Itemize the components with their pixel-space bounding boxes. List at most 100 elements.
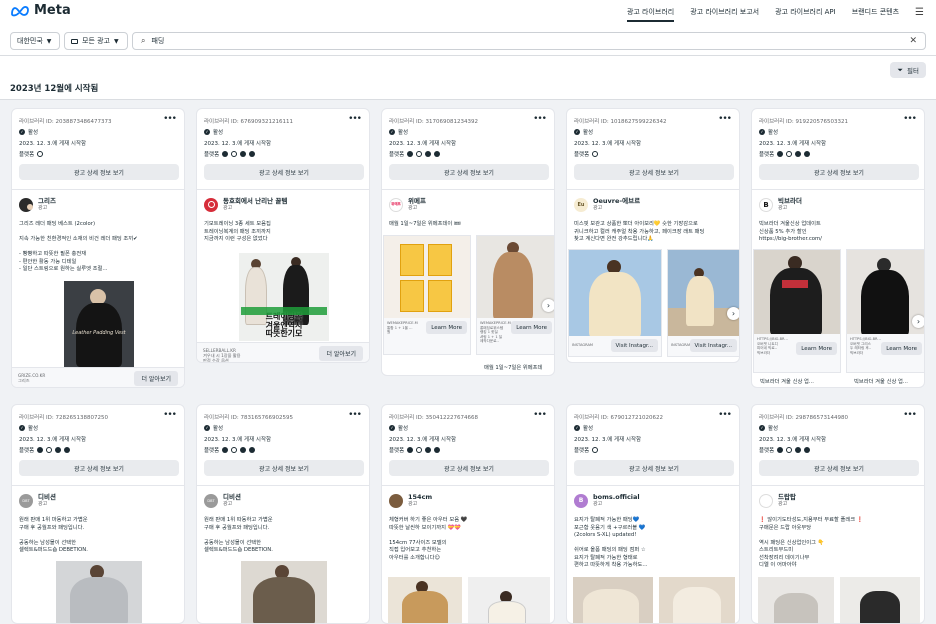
carousel-slide[interactable]: WEMAKEPRICE.M 롱패딩로위스템 랭킹 1 핫딜 셔링 1 + 1 딜…	[476, 235, 554, 355]
view-ad-details-button[interactable]: 광고 상세 정보 보기	[204, 164, 364, 180]
carousel-slide[interactable]: INSTAGRAM Visit Instagr...	[667, 249, 739, 357]
slide-footer: HTTPS://BIG-BR... 오버핏 니트디 피어네 빅로.. 빅브라더 …	[754, 334, 840, 372]
nav-ad-library[interactable]: 광고 라이브러리	[626, 0, 675, 24]
advertiser[interactable]: 그리즈 광고	[19, 197, 56, 212]
platforms-row: 플랫폼	[759, 150, 811, 158]
sponsored-label: 광고	[408, 205, 418, 211]
platforms-row: 플랫폼	[19, 446, 71, 454]
carousel-slide[interactable]: INSTAGRAM Visit Instagr...	[568, 249, 662, 357]
advertiser[interactable]: B boms.official 광고	[574, 493, 640, 508]
avatar	[759, 493, 773, 508]
check-circle-icon: ✓	[204, 425, 210, 431]
ad-image[interactable]	[56, 561, 142, 623]
more-options-icon[interactable]: •••	[533, 410, 547, 420]
learn-more-button[interactable]: Learn More	[511, 321, 552, 334]
carousel-next-icon[interactable]: ›	[912, 315, 924, 328]
platforms-row: 플랫폼	[574, 150, 599, 158]
ad-body-text: 기모트레이닝 3종 세트 모음집 트레이닝복계의 패딩 조끼까지 지금까지 이런…	[204, 221, 271, 242]
status-text: 활성	[583, 130, 594, 136]
learn-more-button[interactable]: Learn More	[796, 342, 837, 355]
filter-button[interactable]: ⏷ 필터	[890, 62, 926, 78]
learn-more-button[interactable]: Learn More	[426, 321, 467, 334]
view-ad-details-button[interactable]: 광고 상세 정보 보기	[574, 460, 734, 476]
start-date: 2023. 12. 3.에 게재 시작함	[574, 141, 642, 147]
view-ad-details-button[interactable]: 광고 상세 정보 보기	[19, 460, 179, 476]
ad-body-text: 원래 판매 1위 마동하고 가볍운 구매 후 공월프와 패딩입니다. 공동하는 …	[19, 517, 88, 553]
ad-image[interactable]: Leather Padding Vest	[64, 281, 134, 367]
ad-image[interactable]: 트레이닝복 겨울엔역시 따뜻한기모	[239, 253, 329, 341]
advertiser[interactable]: 위메프 위메프 광고	[389, 197, 426, 212]
visit-instagram-button[interactable]: Visit Instagr...	[689, 339, 737, 352]
view-ad-details-button[interactable]: 광고 상세 정보 보기	[204, 460, 364, 476]
more-options-icon[interactable]: •••	[163, 114, 177, 124]
more-options-icon[interactable]: •••	[348, 410, 362, 420]
ad-image[interactable]	[241, 561, 327, 623]
view-ad-details-button[interactable]: 광고 상세 정보 보기	[19, 164, 179, 180]
country-value: 대한민국	[17, 37, 43, 45]
ad-image[interactable]	[659, 577, 735, 623]
carousel-slide[interactable]: WEMAKEPRICE.M 통합 1 + 1을 ... 원 Learn More	[383, 235, 471, 355]
carousel-slide[interactable]: HTTPS://BIG-BR... 오버핏 그리스 두 레터링 후.. 빅브라더…	[846, 249, 924, 373]
nav-ad-library-report[interactable]: 광고 라이브러리 보고서	[690, 0, 759, 24]
advertiser[interactable]: 드랍탑 광고	[759, 493, 796, 508]
facebook-icon	[407, 151, 414, 157]
image-caption-text: Leather Padding Vest	[72, 330, 126, 336]
check-circle-icon: ✓	[574, 129, 580, 135]
divider	[12, 485, 184, 486]
search-filter-bar: 대한민국 ▼ 모든 광고 ▼ ⌕ 패딩 ✕	[0, 24, 936, 56]
view-ad-details-button[interactable]: 광고 상세 정보 보기	[389, 460, 549, 476]
search-query[interactable]: 패딩	[151, 36, 909, 46]
country-dropdown[interactable]: 대한민국 ▼	[10, 32, 60, 50]
ad-image[interactable]	[758, 577, 834, 623]
ad-image[interactable]	[388, 577, 462, 623]
view-ad-details-button[interactable]: 광고 상세 정보 보기	[759, 164, 919, 180]
learn-more-button[interactable]: 더 알아보기	[319, 346, 363, 361]
advertiser[interactable]: DBT 디비션 광고	[19, 493, 56, 508]
platforms-label: 플랫폼	[574, 448, 590, 454]
advertiser[interactable]: Eu Oeuvre-에브르 광고	[574, 197, 640, 212]
hamburger-menu-icon[interactable]: ☰	[915, 0, 924, 24]
nav-branded-content[interactable]: 브랜디드 콘텐츠	[852, 0, 899, 24]
ad-image[interactable]	[573, 577, 653, 623]
advertiser[interactable]: 154cm 광고	[389, 493, 432, 508]
sponsored-label: 광고	[223, 501, 233, 507]
search-input[interactable]: ⌕ 패딩 ✕	[132, 32, 926, 50]
status-text: 활성	[398, 130, 409, 136]
ad-image[interactable]	[840, 577, 920, 623]
library-id: 라이브러리 ID: 2038873486477373	[19, 119, 112, 125]
start-date: 2023. 12. 3.에 게재 시작함	[204, 141, 272, 147]
clear-search-icon[interactable]: ✕	[909, 36, 917, 46]
status-text: 활성	[398, 426, 409, 432]
carousel-next-icon[interactable]: ›	[542, 299, 554, 312]
carousel-caption: 매월 1일~7일은 위메프데	[484, 365, 543, 371]
advertiser[interactable]: DBT 디비션 광고	[204, 493, 241, 508]
slide-footer: INSTAGRAM Visit Instagr...	[668, 336, 739, 356]
avatar: DBT	[19, 493, 33, 508]
carousel-next-icon[interactable]: ›	[727, 307, 739, 320]
view-ad-details-button[interactable]: 광고 상세 정보 보기	[759, 460, 919, 476]
instagram-icon	[37, 151, 44, 157]
more-options-icon[interactable]: •••	[718, 410, 732, 420]
messenger-icon	[64, 447, 71, 453]
learn-more-button[interactable]: 더 알아보기	[134, 371, 178, 386]
more-options-icon[interactable]: •••	[903, 114, 917, 124]
ad-category-dropdown[interactable]: 모든 광고 ▼	[64, 32, 128, 50]
carousel-slide[interactable]: HTTPS://BIG-BR... 오버핏 니트디 피어네 빅로.. 빅브라더 …	[753, 249, 841, 373]
more-options-icon[interactable]: •••	[163, 410, 177, 420]
advertiser[interactable]: 동호회에서 난리난 꿀템 광고	[204, 197, 287, 212]
more-options-icon[interactable]: •••	[348, 114, 362, 124]
more-options-icon[interactable]: •••	[903, 410, 917, 420]
view-ad-details-button[interactable]: 광고 상세 정보 보기	[389, 164, 549, 180]
messenger-icon	[804, 447, 811, 453]
start-date: 2023. 12. 3.에 게재 시작함	[19, 437, 87, 443]
more-options-icon[interactable]: •••	[533, 114, 547, 124]
nav-ad-library-api[interactable]: 광고 라이브러리 API	[775, 0, 836, 24]
more-options-icon[interactable]: •••	[718, 114, 732, 124]
view-ad-details-button[interactable]: 광고 상세 정보 보기	[574, 164, 734, 180]
visit-instagram-button[interactable]: Visit Instagr...	[610, 339, 658, 352]
learn-more-button[interactable]: Learn More	[881, 342, 922, 355]
advertiser[interactable]: B 빅브라더 광고	[759, 197, 802, 212]
meta-logo[interactable]: Meta	[10, 3, 71, 18]
slide-footer: WEMAKEPRICE.M 롱패딩로위스템 랭킹 1 핫딜 셔링 1 + 1 딜…	[477, 318, 554, 354]
ad-image[interactable]	[468, 577, 550, 623]
